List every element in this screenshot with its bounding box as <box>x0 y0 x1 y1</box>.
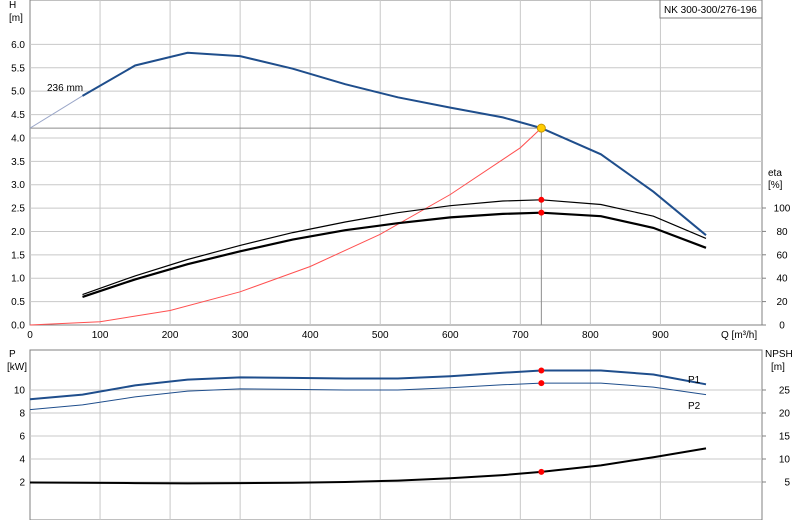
y-left-tick-label: 3.5 <box>11 157 25 168</box>
y-left-tick-label: 0.5 <box>11 297 25 308</box>
x-tick-label: 500 <box>372 330 389 341</box>
y-left-tick-label: 1.0 <box>11 274 25 285</box>
chart-canvas: 0 100 200 300 400 500 600 700 800 9000.00.51.01.5… <box>0 0 800 520</box>
efficiency-point <box>538 209 545 216</box>
p-tick-label: 10 <box>14 386 26 397</box>
x-tick-label: 300 <box>232 330 249 341</box>
operating-point-p2 <box>538 380 545 387</box>
npsh-tick-label: 5 <box>784 478 790 489</box>
y-left-tick-label: 0.0 <box>11 321 25 332</box>
impeller-diameter-label: 236 mm <box>47 83 83 94</box>
chart-title: NK 300-300/276-196 <box>664 5 757 16</box>
y-right-title: eta <box>768 168 782 179</box>
p-axis-title: P <box>9 349 16 360</box>
x-tick-label: 0 <box>27 330 33 341</box>
y-right-tick-label: 100 <box>774 204 791 215</box>
npsh-axis-title: NPSH <box>765 349 793 360</box>
efficiency-point <box>538 196 545 203</box>
operating-point-npsh <box>538 468 545 475</box>
y-left-tick-label: 5.0 <box>11 87 25 98</box>
pump-performance-chart: 0 100 200 300 400 500 600 700 800 900 0.0 0.5 1.0 1.5… <box>0 0 800 520</box>
p-tick-label: 8 <box>19 409 25 420</box>
npsh-tick-label: 25 <box>779 386 791 397</box>
y-left-tick-label: 2.0 <box>11 227 25 238</box>
x-tick-label: 600 <box>442 330 459 341</box>
x-tick-label: 700 <box>512 330 529 341</box>
y-left-tick-label: 2.5 <box>11 204 25 215</box>
npsh-tick-label: 10 <box>779 455 791 466</box>
y-left-tick-label: 4.0 <box>11 133 25 144</box>
y-right-tick-label: 40 <box>776 274 788 285</box>
duty-point <box>536 123 546 133</box>
operating-point-p1 <box>538 367 545 374</box>
p-tick-label: 6 <box>19 432 25 443</box>
y-left-tick-label: 5.5 <box>11 63 25 74</box>
y-left-tick-label: 4.5 <box>11 110 25 121</box>
y-right-unit: [%] <box>768 180 783 191</box>
p1-series-label: P1 <box>688 375 701 386</box>
x-tick-label: 800 <box>582 330 599 341</box>
y-left-unit: [m] <box>9 13 23 24</box>
x-tick-label: 200 <box>162 330 179 341</box>
p-tick-label: 2 <box>19 478 25 489</box>
p2-series-label: P2 <box>688 401 701 412</box>
y-right-tick-label: 60 <box>776 250 788 261</box>
y-left-title: H <box>9 0 16 11</box>
x-tick-label: 900 <box>652 330 669 341</box>
background <box>0 0 800 520</box>
y-right-tick-label: 20 <box>776 297 788 308</box>
npsh-tick-label: 15 <box>779 432 791 443</box>
y-left-tick-label: 3.0 <box>11 180 25 191</box>
x-tick-label: 100 <box>92 330 109 341</box>
y-left-tick-label: 6.0 <box>11 40 25 51</box>
p-axis-unit: [kW] <box>7 362 27 373</box>
x-tick-label: 400 <box>302 330 319 341</box>
y-right-tick-label: 80 <box>776 227 788 238</box>
y-left-tick-label: 1.5 <box>11 250 25 261</box>
p-tick-label: 4 <box>19 455 25 466</box>
x-axis-label: Q [m³/h] <box>721 330 757 341</box>
y-right-tick-label: 0 <box>779 321 785 332</box>
npsh-tick-label: 20 <box>779 409 791 420</box>
npsh-axis-unit: [m] <box>771 362 785 373</box>
